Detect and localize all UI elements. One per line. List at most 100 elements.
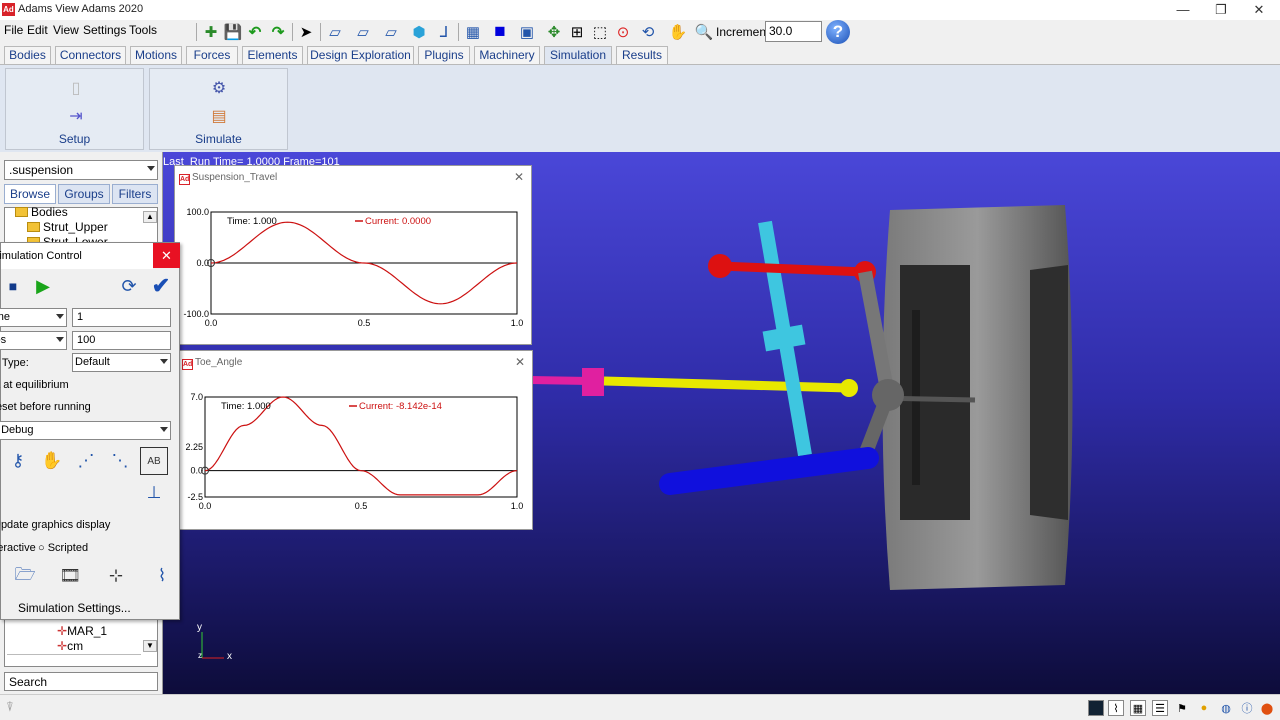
- play-icon[interactable]: ▶: [29, 272, 57, 300]
- reset-icon[interactable]: ⟳: [115, 272, 143, 300]
- plot-tracking-icon[interactable]: ⊥: [140, 479, 168, 507]
- simulation-settings-button[interactable]: Simulation Settings...: [18, 601, 131, 615]
- simulation-script-icon[interactable]: ▤: [209, 106, 229, 126]
- stop-sim-icon[interactable]: ⬤: [1259, 700, 1275, 716]
- x-tick-label: 0.0: [205, 318, 218, 328]
- gear-icon[interactable]: ⚙: [209, 78, 229, 98]
- tab-motions[interactable]: Motions: [130, 46, 182, 64]
- center-icon[interactable]: ⊙: [613, 22, 633, 42]
- animation-icon[interactable]: 🎞: [56, 562, 84, 590]
- table-icon[interactable]: ▦: [1130, 700, 1146, 716]
- import-icon[interactable]: ⇥: [66, 106, 86, 126]
- scroll-up-button[interactable]: ▲: [143, 211, 157, 223]
- reset-before-checkbox[interactable]: Reset before running: [0, 401, 91, 413]
- zoom-box-icon[interactable]: ⊞: [567, 22, 587, 42]
- ribbon-group-label: Simulate: [195, 132, 242, 146]
- flag-icon[interactable]: ⚑: [1174, 700, 1190, 716]
- end-type-select[interactable]: Time: [0, 308, 67, 327]
- tab-forces[interactable]: Forces: [186, 46, 238, 64]
- close-window-button[interactable]: ✕: [1240, 1, 1278, 19]
- tab-results[interactable]: Results: [616, 46, 668, 64]
- new-icon[interactable]: ✚: [201, 22, 221, 42]
- tab-connectors[interactable]: Connectors: [55, 46, 126, 64]
- steps-type-select[interactable]: Steps: [0, 331, 67, 350]
- color-fill-icon[interactable]: ■: [490, 21, 510, 42]
- interactive-radio[interactable]: Interactive: [0, 542, 36, 554]
- redo-icon[interactable]: ↷: [268, 22, 288, 42]
- ribbon-tab-bar: Bodies Connectors Motions Forces Element…: [0, 44, 1280, 64]
- zoom-window-icon[interactable]: ⬚: [590, 22, 610, 42]
- sensor-icon[interactable]: ⋰: [72, 447, 100, 475]
- model-select[interactable]: .suspension: [4, 160, 158, 180]
- maximize-button[interactable]: ❐: [1202, 1, 1240, 19]
- view-3d-icon[interactable]: ⬢: [409, 22, 429, 42]
- minimize-button[interactable]: —: [1164, 1, 1202, 19]
- menu-edit[interactable]: Edit: [27, 23, 48, 37]
- tab-bodies[interactable]: Bodies: [4, 46, 51, 64]
- postprocessor-icon[interactable]: ⌇: [148, 562, 176, 590]
- document-icon[interactable]: ▯: [66, 78, 86, 98]
- plot-icon[interactable]: ⌇: [1108, 700, 1124, 716]
- parameter-icon[interactable]: ⋱: [106, 447, 134, 475]
- measure-icon[interactable]: ⊹: [102, 562, 130, 590]
- globe-icon[interactable]: ◍: [1218, 700, 1234, 716]
- check-icon[interactable]: ✔: [147, 272, 175, 300]
- dialog-close-button[interactable]: ✕: [153, 243, 180, 268]
- y-tick-label: 7.0: [190, 392, 203, 402]
- tab-browse[interactable]: Browse: [4, 184, 56, 204]
- info-icon[interactable]: ⓘ: [1239, 700, 1255, 716]
- color-icon[interactable]: [1088, 700, 1104, 716]
- help-button[interactable]: ?: [826, 20, 850, 44]
- horizontal-scrollbar[interactable]: [7, 654, 141, 664]
- tab-simulation[interactable]: Simulation: [544, 46, 612, 64]
- steps-input[interactable]: 100: [72, 331, 171, 350]
- list-icon[interactable]: ☰: [1152, 700, 1168, 716]
- tab-filters[interactable]: Filters: [112, 184, 158, 204]
- pan-icon[interactable]: ✋: [668, 22, 688, 42]
- increment-input[interactable]: 30.0: [765, 21, 822, 42]
- render-icon[interactable]: ▣: [517, 22, 537, 42]
- tab-machinery[interactable]: Machinery: [474, 46, 540, 64]
- fit-icon[interactable]: ✥: [544, 22, 564, 42]
- mesh-icon[interactable]: ▦: [463, 22, 483, 42]
- view-iso-icon[interactable]: ▱: [381, 22, 401, 42]
- abcd-icon[interactable]: AB: [140, 447, 168, 475]
- menu-view[interactable]: View: [53, 23, 79, 37]
- view-side-icon[interactable]: ▱: [353, 22, 373, 42]
- tree-item-mar-1[interactable]: ✛MAR_1: [57, 624, 107, 638]
- plot-window-suspension-travel[interactable]: Ad Suspension_Travel ✕ 100.0 0.0 -100.0 0.0 0…: [174, 165, 532, 345]
- plot-window-toe-angle[interactable]: Ad Toe_Angle ✕ 7.0 2.25 0.0 -2.5 0.0 0.5 1.0 Tim…: [177, 350, 533, 530]
- current-value-label: Current: 0.0000: [365, 216, 431, 227]
- stop-icon[interactable]: ■: [0, 272, 27, 300]
- save-icon[interactable]: 💾: [223, 22, 243, 42]
- undo-icon[interactable]: ↶: [245, 22, 265, 42]
- key-icon[interactable]: ⚷: [4, 447, 32, 475]
- light-icon[interactable]: ●: [1196, 700, 1212, 716]
- scroll-down-button[interactable]: ▼: [143, 640, 157, 652]
- zoom-icon[interactable]: 🔍: [694, 22, 714, 42]
- open-folder-icon[interactable]: 🗁: [11, 562, 39, 590]
- menu-tools[interactable]: Tools: [129, 23, 157, 37]
- update-graphics-checkbox[interactable]: Update graphics display: [0, 519, 110, 531]
- tab-groups[interactable]: Groups: [58, 184, 110, 204]
- end-time-input[interactable]: 1: [72, 308, 171, 327]
- debug-select[interactable]: No Debug: [0, 421, 171, 440]
- rotate-icon[interactable]: ⟲: [638, 22, 658, 42]
- browser-search-input[interactable]: Search: [4, 672, 158, 691]
- status-bar: ⍒ ⌇ ▦ ☰ ⚑ ● ◍ ⓘ ⬤: [0, 694, 1280, 720]
- select-icon[interactable]: ➤: [296, 22, 316, 42]
- scripted-radio[interactable]: ○ Scripted: [38, 542, 88, 554]
- tab-design-exploration[interactable]: Design Exploration: [307, 46, 414, 64]
- start-equilibrium-checkbox[interactable]: Start at equilibrium: [0, 379, 69, 391]
- hand-icon[interactable]: ✋: [38, 447, 66, 475]
- axes-icon[interactable]: ⅃: [434, 22, 454, 42]
- view-front-icon[interactable]: ▱: [325, 22, 345, 42]
- menu-settings[interactable]: Settings: [83, 23, 126, 37]
- sim-type-select[interactable]: Default: [72, 353, 171, 372]
- tree-item-strut-upper[interactable]: Strut_Upper: [27, 220, 108, 234]
- menu-file[interactable]: File: [4, 23, 23, 37]
- tree-item-bodies[interactable]: Bodies: [15, 205, 68, 219]
- tree-item-cm[interactable]: ✛cm: [57, 639, 83, 653]
- tab-elements[interactable]: Elements: [242, 46, 303, 64]
- tab-plugins[interactable]: Plugins: [418, 46, 470, 64]
